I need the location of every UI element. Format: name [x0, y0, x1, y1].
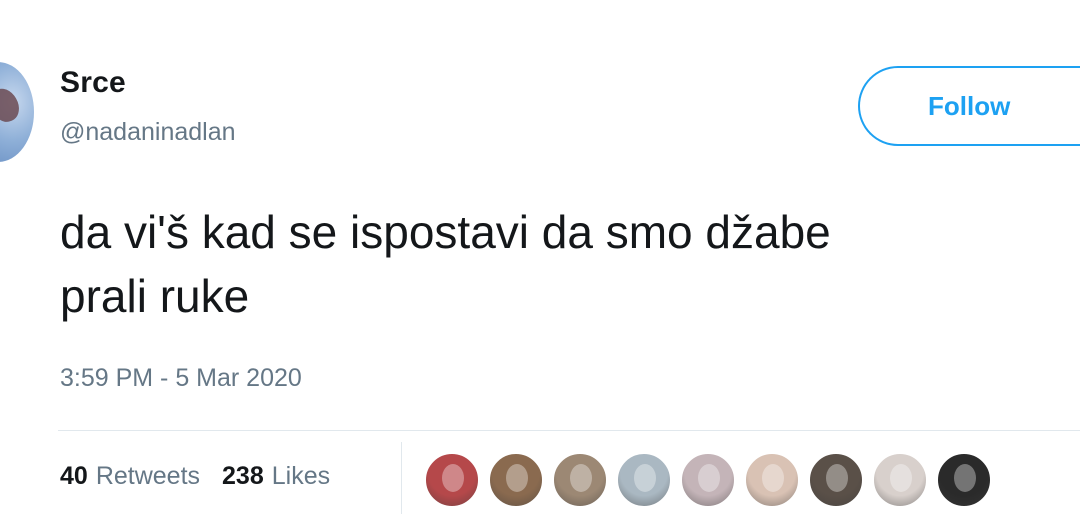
stats-vertical-divider: [401, 442, 402, 514]
author-handle[interactable]: @nadaninadlan: [60, 118, 236, 147]
retweets-count: 40: [60, 462, 88, 490]
likes-label: Likes: [271, 462, 331, 490]
liker-avatar-5[interactable]: [680, 452, 736, 508]
liker-face: [634, 464, 656, 492]
retweets-label: Retweets: [95, 462, 201, 490]
liker-avatar-8[interactable]: [872, 452, 928, 508]
liker-avatar-2[interactable]: [488, 452, 544, 508]
tweet-stats: 40 Retweets 238 Likes: [60, 462, 352, 491]
liker-avatar-9[interactable]: [936, 452, 992, 508]
liker-face: [506, 464, 528, 492]
author-display-name[interactable]: Srce: [60, 66, 126, 100]
retweets-stat[interactable]: 40 Retweets: [60, 462, 200, 491]
stats-divider: [58, 430, 1080, 431]
liker-face: [570, 464, 592, 492]
tweet-card: Srce @nadaninadlan Follow da vi'š kad se…: [0, 0, 1080, 520]
liker-avatar-6[interactable]: [744, 452, 800, 508]
liker-face: [890, 464, 912, 492]
likers-avatar-row: [424, 452, 1000, 508]
likes-count: 238: [222, 462, 264, 490]
liker-avatar-1[interactable]: [424, 452, 480, 508]
likes-stat[interactable]: 238 Likes: [222, 462, 330, 491]
liker-avatar-3[interactable]: [552, 452, 608, 508]
tweet-text: da vi'š kad se ispostavi da smo džabe pr…: [60, 206, 831, 322]
tweet-timestamp[interactable]: 3:59 PM - 5 Mar 2020: [60, 364, 302, 393]
follow-button[interactable]: Follow: [858, 66, 1080, 146]
liker-face: [442, 464, 464, 492]
liker-face: [826, 464, 848, 492]
liker-avatar-7[interactable]: [808, 452, 864, 508]
avatar-figure: [0, 84, 24, 126]
liker-face: [698, 464, 720, 492]
author-avatar[interactable]: [0, 62, 34, 162]
liker-face: [954, 464, 976, 492]
default-avatar-icon[interactable]: [616, 452, 672, 508]
liker-face: [762, 464, 784, 492]
